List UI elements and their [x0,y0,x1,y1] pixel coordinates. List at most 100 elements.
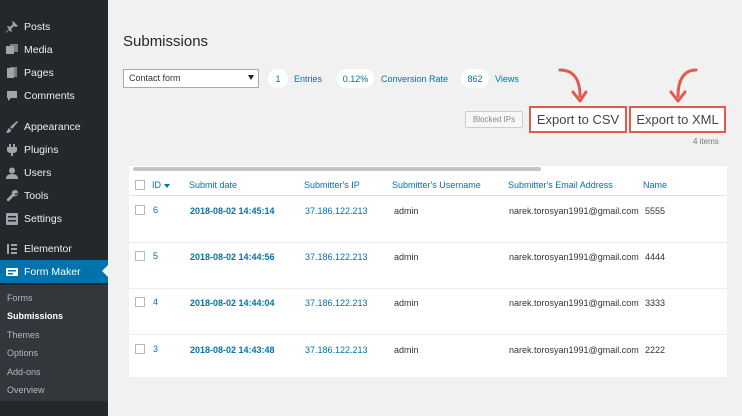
row-checkbox[interactable] [135,205,145,215]
sidebar-item-tools[interactable]: Tools [0,184,108,207]
export-csv-button[interactable]: Export to CSV [529,106,627,133]
sidebar-item-media[interactable]: Media [0,38,108,61]
row-email: narek.torosyan1991@gmail.com [509,298,639,308]
entries-link[interactable]: Entries [294,74,322,84]
row-submit-date[interactable]: 2018-08-02 14:43:48 [190,345,275,355]
row-checkbox[interactable] [135,251,145,261]
row-submit-date[interactable]: 2018-08-02 14:44:04 [190,298,275,308]
brush-icon [5,120,19,134]
divider [129,195,727,196]
sidebar-item-label: Appearance [24,120,81,133]
sidebar-item-appearance[interactable]: Appearance [0,115,108,138]
sidebar-item-label: Pages [24,66,54,79]
column-header-submit-date[interactable]: Submit date [189,180,237,190]
column-header-label: ID [152,180,161,190]
submenu-item-add-ons[interactable]: Add-ons [7,367,41,377]
sidebar-item-form-maker[interactable]: Form Maker [0,260,108,283]
divider [129,334,727,335]
plugin-icon [5,143,19,157]
row-ip[interactable]: 37.186.122.213 [305,298,368,308]
wrench-icon [5,189,19,203]
sidebar-item-label: Settings [24,212,62,225]
row-username: admin [394,206,419,216]
active-menu-arrow [102,265,108,277]
sidebar-item-label: Form Maker [24,265,81,278]
row-id-link[interactable]: 3 [153,344,158,354]
page-title: Submissions [123,33,209,50]
row-name: 5555 [645,206,666,216]
select-all-checkbox[interactable] [135,180,145,190]
sidebar-item-settings[interactable]: Settings [0,207,108,230]
sidebar-item-label: Elementor [24,242,72,255]
conversion-rate-badge: 0.12% [337,69,374,88]
submenu-item-themes[interactable]: Themes [7,330,40,340]
submenu-item-options[interactable]: Options [7,348,38,358]
user-icon [5,166,19,180]
submenu-item-forms[interactable]: Forms [7,293,33,303]
sidebar-item-label: Plugins [24,143,59,156]
comment-icon [5,89,19,103]
divider [129,288,727,289]
column-header-username[interactable]: Submitter's Username [392,180,481,190]
row-username: admin [394,298,419,308]
entries-count-badge: 1 [268,69,288,88]
row-email: narek.torosyan1991@gmail.com [509,345,639,355]
row-name: 2222 [645,345,666,355]
column-header-ip[interactable]: Submitter's IP [304,180,360,190]
sidebar-item-posts[interactable]: Posts [0,15,108,38]
form-maker-submenu: Forms Submissions Themes Options Add-ons… [0,285,108,401]
views-link[interactable]: Views [495,74,519,84]
settings-icon [5,212,19,226]
column-header-email[interactable]: Submitter's Email Address [508,180,613,190]
chevron-down-icon [248,75,254,80]
row-username: admin [394,252,419,262]
sidebar-item-label: Posts [24,20,51,33]
sidebar-item-elementor[interactable]: Elementor [0,237,108,260]
sidebar-item-label: Users [24,166,52,179]
elementor-icon [5,242,19,256]
sort-down-icon [164,183,170,188]
arrow-icon [669,68,698,103]
scrollbar-thumb[interactable] [133,167,541,171]
form-icon [5,265,19,279]
row-email: narek.torosyan1991@gmail.com [509,206,639,216]
row-checkbox[interactable] [135,344,145,354]
submenu-item-overview[interactable]: Overview [7,385,45,395]
sidebar-item-label: Media [24,43,53,56]
views-count-badge: 862 [461,69,489,88]
pin-icon [5,20,19,34]
sidebar-item-pages[interactable]: Pages [0,61,108,84]
column-header-name[interactable]: Name [643,180,667,190]
sidebar-item-label: Comments [24,89,75,102]
pages-icon [5,66,19,80]
row-ip[interactable]: 37.186.122.213 [305,252,368,262]
items-count: 4 items [693,137,719,146]
sidebar-item-users[interactable]: Users [0,161,108,184]
sidebar-item-label: Tools [24,189,49,202]
divider [129,242,727,243]
admin-sidebar: Posts Media Pages Comments Appearance Pl… [0,0,108,416]
row-id-link[interactable]: 6 [153,205,158,215]
form-select-value: Contact form [129,73,181,83]
row-email: narek.torosyan1991@gmail.com [509,252,639,262]
media-icon [5,43,19,57]
conversion-rate-link[interactable]: Conversion Rate [381,74,448,84]
row-username: admin [394,345,419,355]
form-select[interactable]: Contact form [123,69,259,88]
submenu-item-submissions[interactable]: Submissions [7,311,63,321]
sidebar-item-comments[interactable]: Comments [0,84,108,107]
row-checkbox[interactable] [135,297,145,307]
sidebar-item-plugins[interactable]: Plugins [0,138,108,161]
export-xml-button[interactable]: Export to XML [629,106,726,133]
column-header-id[interactable]: ID [152,180,170,190]
row-submit-date[interactable]: 2018-08-02 14:45:14 [190,206,275,216]
row-name: 4444 [645,252,666,262]
row-id-link[interactable]: 4 [153,297,158,307]
arrow-icon [558,68,588,103]
row-name: 3333 [645,298,666,308]
blocked-ips-button[interactable]: Blocked IPs [465,111,523,128]
row-ip[interactable]: 37.186.122.213 [305,345,368,355]
row-id-link[interactable]: 5 [153,251,158,261]
row-ip[interactable]: 37.186.122.213 [305,206,368,216]
row-submit-date[interactable]: 2018-08-02 14:44:56 [190,252,275,262]
